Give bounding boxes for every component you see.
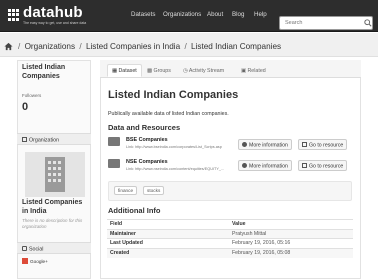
social-heading-label: Social bbox=[29, 246, 44, 253]
organization-name[interactable]: Listed Companies in India bbox=[22, 198, 90, 216]
tab-dataset[interactable]: ▦ Dataset bbox=[107, 64, 142, 77]
nav-organizations[interactable]: Organizations bbox=[163, 11, 201, 18]
table-row: Last Updated February 19, 2016, 05:16 bbox=[107, 238, 353, 248]
resource-link-bse[interactable]: Link: http://www.bseindia.com/corporates… bbox=[126, 145, 222, 149]
field-cell: Created bbox=[107, 247, 229, 258]
organization-heading: Organization bbox=[17, 133, 91, 145]
nav-help[interactable]: Help bbox=[254, 11, 267, 18]
table-row: Maintainer Pratyush Mittal bbox=[107, 228, 353, 239]
value-cell[interactable]: Pratyush Mittal bbox=[229, 228, 353, 239]
info-icon bbox=[242, 163, 247, 168]
breadcrumb-dataset[interactable]: Listed Indian Companies bbox=[191, 42, 281, 51]
breadcrumb-organization[interactable]: Listed Companies in India bbox=[86, 42, 180, 51]
dataset-description: Publically available data of listed Indi… bbox=[108, 111, 229, 117]
additional-info-table: Field Value Maintainer Pratyush Mittal L… bbox=[107, 219, 353, 258]
tag-finance[interactable]: finance bbox=[114, 186, 138, 195]
external-link-icon bbox=[302, 163, 307, 168]
building-icon bbox=[22, 137, 27, 142]
more-information-label: More information bbox=[249, 142, 288, 149]
table-header-row: Field Value bbox=[107, 219, 353, 229]
organization-heading-label: Organization bbox=[29, 137, 60, 144]
tab-groups-label: Groups bbox=[153, 68, 171, 74]
tab-related[interactable]: ▣ Related bbox=[236, 64, 271, 77]
breadcrumb-separator: / bbox=[79, 42, 82, 51]
additional-info-heading: Additional Info bbox=[108, 206, 161, 215]
tab-activity-stream[interactable]: ◷ Activity Stream bbox=[178, 64, 229, 77]
breadcrumb-separator: / bbox=[18, 42, 21, 51]
share-icon bbox=[22, 246, 27, 251]
resource-name-bse[interactable]: BSE Companies bbox=[126, 137, 168, 143]
go-to-resource-label: Go to resource bbox=[309, 142, 344, 149]
go-to-resource-button[interactable]: Go to resource bbox=[298, 160, 348, 171]
social-heading: Social bbox=[17, 242, 91, 254]
tag-stocks[interactable]: stocks bbox=[143, 186, 165, 195]
sidebar-dataset-title: Listed Indian Companies bbox=[22, 64, 66, 80]
search-icon[interactable] bbox=[364, 19, 372, 27]
tab-activity-label: Activity Stream bbox=[188, 68, 225, 74]
column-header-field: Field bbox=[107, 219, 229, 229]
external-link-icon bbox=[302, 142, 307, 147]
dataset-title: Listed Indian Companies bbox=[108, 89, 239, 101]
field-cell: Last Updated bbox=[107, 238, 229, 248]
followers-label: Followers bbox=[22, 93, 42, 98]
breadcrumb-separator: / bbox=[184, 42, 187, 51]
google-plus-icon bbox=[22, 258, 28, 264]
social-google-plus[interactable]: Google+ bbox=[22, 258, 48, 264]
more-information-button[interactable]: More information bbox=[238, 160, 292, 171]
go-to-resource-label: Go to resource bbox=[309, 163, 344, 170]
nav-datasets[interactable]: Datasets bbox=[131, 11, 155, 18]
field-cell: Maintainer bbox=[107, 228, 229, 239]
social-google-plus-label: Google+ bbox=[30, 259, 48, 264]
go-to-resource-button[interactable]: Go to resource bbox=[298, 139, 348, 150]
tab-related-label: Related bbox=[247, 68, 266, 74]
home-icon[interactable] bbox=[4, 42, 13, 51]
nav-blog[interactable]: Blog bbox=[232, 11, 244, 18]
logo-text[interactable]: datahub bbox=[23, 4, 83, 21]
resource-name-nse[interactable]: NSE Companies bbox=[126, 159, 168, 165]
more-information-button[interactable]: More information bbox=[238, 139, 292, 150]
breadcrumb-organizations[interactable]: Organizations bbox=[25, 42, 76, 51]
organization-description: There is no description for this organiz… bbox=[22, 218, 83, 229]
data-file-icon bbox=[108, 137, 120, 146]
value-cell: February 19, 2016, 05:08 bbox=[229, 247, 353, 258]
resource-link-nse[interactable]: Link: http://www.nseindia.com/content/eq… bbox=[126, 167, 224, 171]
table-row: Created February 19, 2016, 05:08 bbox=[107, 247, 353, 258]
nav-about[interactable]: About bbox=[207, 11, 223, 18]
organization-building-icon bbox=[45, 157, 65, 192]
info-icon bbox=[242, 142, 247, 147]
search-input[interactable] bbox=[279, 16, 373, 30]
column-header-value: Value bbox=[229, 219, 353, 229]
followers-count: 0 bbox=[22, 101, 29, 113]
resources-heading: Data and Resources bbox=[108, 123, 181, 132]
tab-dataset-label: Dataset bbox=[118, 68, 137, 74]
logo-tagline: The easy way to get, use and share data bbox=[23, 21, 87, 25]
more-information-label: More information bbox=[249, 163, 288, 170]
breadcrumb: / Organizations / Listed Companies in In… bbox=[16, 42, 281, 51]
tab-groups[interactable]: ▩ Groups bbox=[142, 64, 176, 77]
datahub-logo-icon[interactable] bbox=[8, 9, 20, 21]
data-file-icon bbox=[108, 159, 120, 168]
value-cell: February 19, 2016, 05:16 bbox=[229, 238, 353, 248]
